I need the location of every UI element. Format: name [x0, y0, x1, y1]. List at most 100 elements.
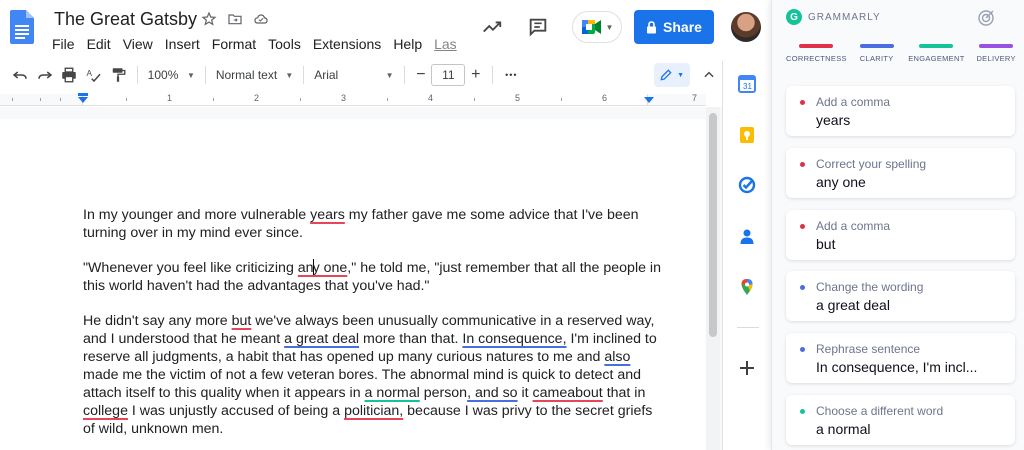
spellcheck-icon[interactable]: A: [82, 63, 107, 87]
svg-text:A: A: [86, 69, 92, 78]
flagged-word-years[interactable]: years: [310, 207, 345, 223]
suggestion-text: years: [816, 112, 851, 128]
flagged-word-college[interactable]: college: [83, 403, 128, 419]
document-body[interactable]: In my younger and more vulnerable years …: [83, 206, 663, 450]
menu-edit[interactable]: Edit: [81, 35, 117, 53]
font-select[interactable]: Arial ▼: [310, 63, 397, 87]
menu-file[interactable]: File: [46, 35, 81, 53]
menu-help[interactable]: Help: [387, 35, 428, 53]
more-options-button[interactable]: •••: [499, 63, 524, 87]
meet-button[interactable]: ▼: [572, 11, 622, 43]
text-run: an: [297, 260, 314, 276]
activity-trend-icon[interactable]: [478, 13, 506, 41]
suggestion-hint: Add a comma: [816, 95, 891, 109]
menu-extensions[interactable]: Extensions: [307, 35, 387, 53]
paint-format-icon[interactable]: [106, 63, 131, 87]
severity-dot: [800, 347, 805, 353]
suggestion-hint: Add a comma: [816, 218, 891, 233]
share-button[interactable]: Share: [634, 10, 714, 44]
paragraph-style-select[interactable]: Normal text ▼: [212, 63, 297, 87]
comment-icon[interactable]: [524, 13, 552, 41]
tasks-icon[interactable]: [738, 176, 756, 194]
flagged-phrase-a-normal[interactable]: a normal: [365, 385, 420, 401]
flagged-word-any-one[interactable]: any one: [297, 259, 347, 276]
category-correctness[interactable]: CORRECTNESS: [786, 44, 847, 63]
text-run: "Whenever you feel like criticizing: [83, 260, 298, 276]
scrollbar[interactable]: [706, 107, 720, 450]
first-line-indent-marker[interactable]: [78, 93, 88, 96]
category-engagement[interactable]: ENGAGEMENT: [907, 44, 967, 63]
menu-format[interactable]: Format: [206, 35, 262, 53]
toolbar-divider: [303, 66, 305, 84]
flagged-phrase-and-so[interactable]: , and so: [467, 385, 517, 401]
increase-font-size-button[interactable]: +: [465, 63, 486, 87]
document-title[interactable]: The Great Gatsby: [54, 9, 197, 30]
calendar-icon[interactable]: 31: [738, 75, 756, 93]
zoom-select[interactable]: 100% ▼: [144, 63, 199, 87]
ruler-tick: [300, 98, 301, 101]
paragraph[interactable]: "Whenever you feel like criticizing any …: [83, 259, 663, 295]
collapse-menus-icon[interactable]: [696, 63, 722, 87]
menu-view[interactable]: View: [117, 35, 159, 53]
flagged-word-also[interactable]: also: [604, 349, 630, 365]
suggestion-text: any one: [816, 173, 866, 190]
editing-mode-button[interactable]: ▼: [653, 63, 690, 87]
star-icon[interactable]: [200, 10, 218, 28]
scrollbar-thumb[interactable]: [709, 113, 717, 337]
suggestion-card[interactable]: Change the wording a great deal: [786, 271, 1015, 322]
right-indent-marker[interactable]: [644, 97, 654, 103]
flagged-phrase-in-consequence[interactable]: In consequence,: [462, 331, 566, 347]
suggestion-card[interactable]: Add a comma but: [786, 209, 1015, 260]
print-icon[interactable]: [57, 63, 82, 87]
docs-logo-icon[interactable]: [10, 10, 34, 44]
suggestion-card[interactable]: Choose a different word a normal: [786, 394, 1015, 445]
menu-bar: File Edit View Insert Format Tools Exten…: [46, 35, 463, 53]
suggestion-text: In consequence, I'm incl...: [816, 359, 978, 376]
goals-target-icon[interactable]: [977, 9, 995, 27]
flagged-word-politician[interactable]: politician,: [344, 403, 403, 419]
caret-down-icon: ▼: [385, 70, 394, 80]
ruler-number: 6: [602, 93, 608, 103]
ruler-number: 5: [515, 93, 521, 103]
flagged-word-cameabout[interactable]: cameabout: [533, 385, 603, 401]
caret-down-icon: ▼: [186, 70, 195, 80]
maps-icon[interactable]: [738, 278, 756, 296]
paragraph[interactable]: He didn't say any more but we've always …: [83, 312, 663, 438]
severity-dot: [800, 223, 805, 229]
menu-tools[interactable]: Tools: [262, 35, 307, 53]
add-addon-icon[interactable]: [738, 359, 756, 377]
caret-down-icon: ▼: [677, 71, 685, 79]
severity-dot: [800, 161, 805, 167]
paragraph[interactable]: In my younger and more vulnerable years …: [83, 206, 663, 242]
text-run: it: [517, 385, 533, 401]
cloud-saved-icon[interactable]: [252, 10, 270, 28]
suggestion-card[interactable]: Correct your spelling any one: [786, 147, 1015, 198]
text-run: more than that.: [359, 331, 463, 347]
suggestion-card[interactable]: Add a comma years: [786, 86, 1015, 136]
text-run: He didn't say any more: [83, 313, 232, 329]
ruler-number: 1: [167, 93, 173, 103]
keep-icon[interactable]: [738, 126, 756, 144]
move-folder-icon[interactable]: [226, 10, 244, 28]
flagged-phrase-a-great-deal[interactable]: a great deal: [284, 331, 359, 347]
flagged-word-but[interactable]: but: [232, 313, 252, 329]
menu-insert[interactable]: Insert: [159, 35, 206, 53]
decrease-font-size-button[interactable]: −: [410, 63, 431, 87]
category-bar: [859, 44, 894, 48]
category-delivery[interactable]: DELIVERY: [966, 44, 1024, 63]
undo-icon[interactable]: [8, 63, 33, 87]
zoom-value: 100%: [147, 68, 179, 82]
contacts-icon[interactable]: [738, 227, 756, 245]
formatting-toolbar: A 100% ▼ Normal text ▼ Arial ▼ − 11 + ••…: [0, 61, 722, 89]
left-indent-marker[interactable]: [78, 97, 88, 103]
ruler-number: 7: [692, 93, 698, 103]
last-edit-link[interactable]: Las: [428, 35, 463, 53]
avatar[interactable]: [731, 12, 761, 42]
category-clarity[interactable]: CLARITY: [847, 44, 907, 63]
suggestion-list: Add a comma years Correct your spelling …: [786, 86, 1015, 450]
redo-icon[interactable]: [33, 63, 58, 87]
category-bar: [919, 44, 954, 48]
suggestion-card[interactable]: Rephrase sentence In consequence, I'm in…: [786, 333, 1015, 384]
font-value: Arial: [314, 68, 339, 82]
font-size-input[interactable]: 11: [431, 64, 466, 86]
